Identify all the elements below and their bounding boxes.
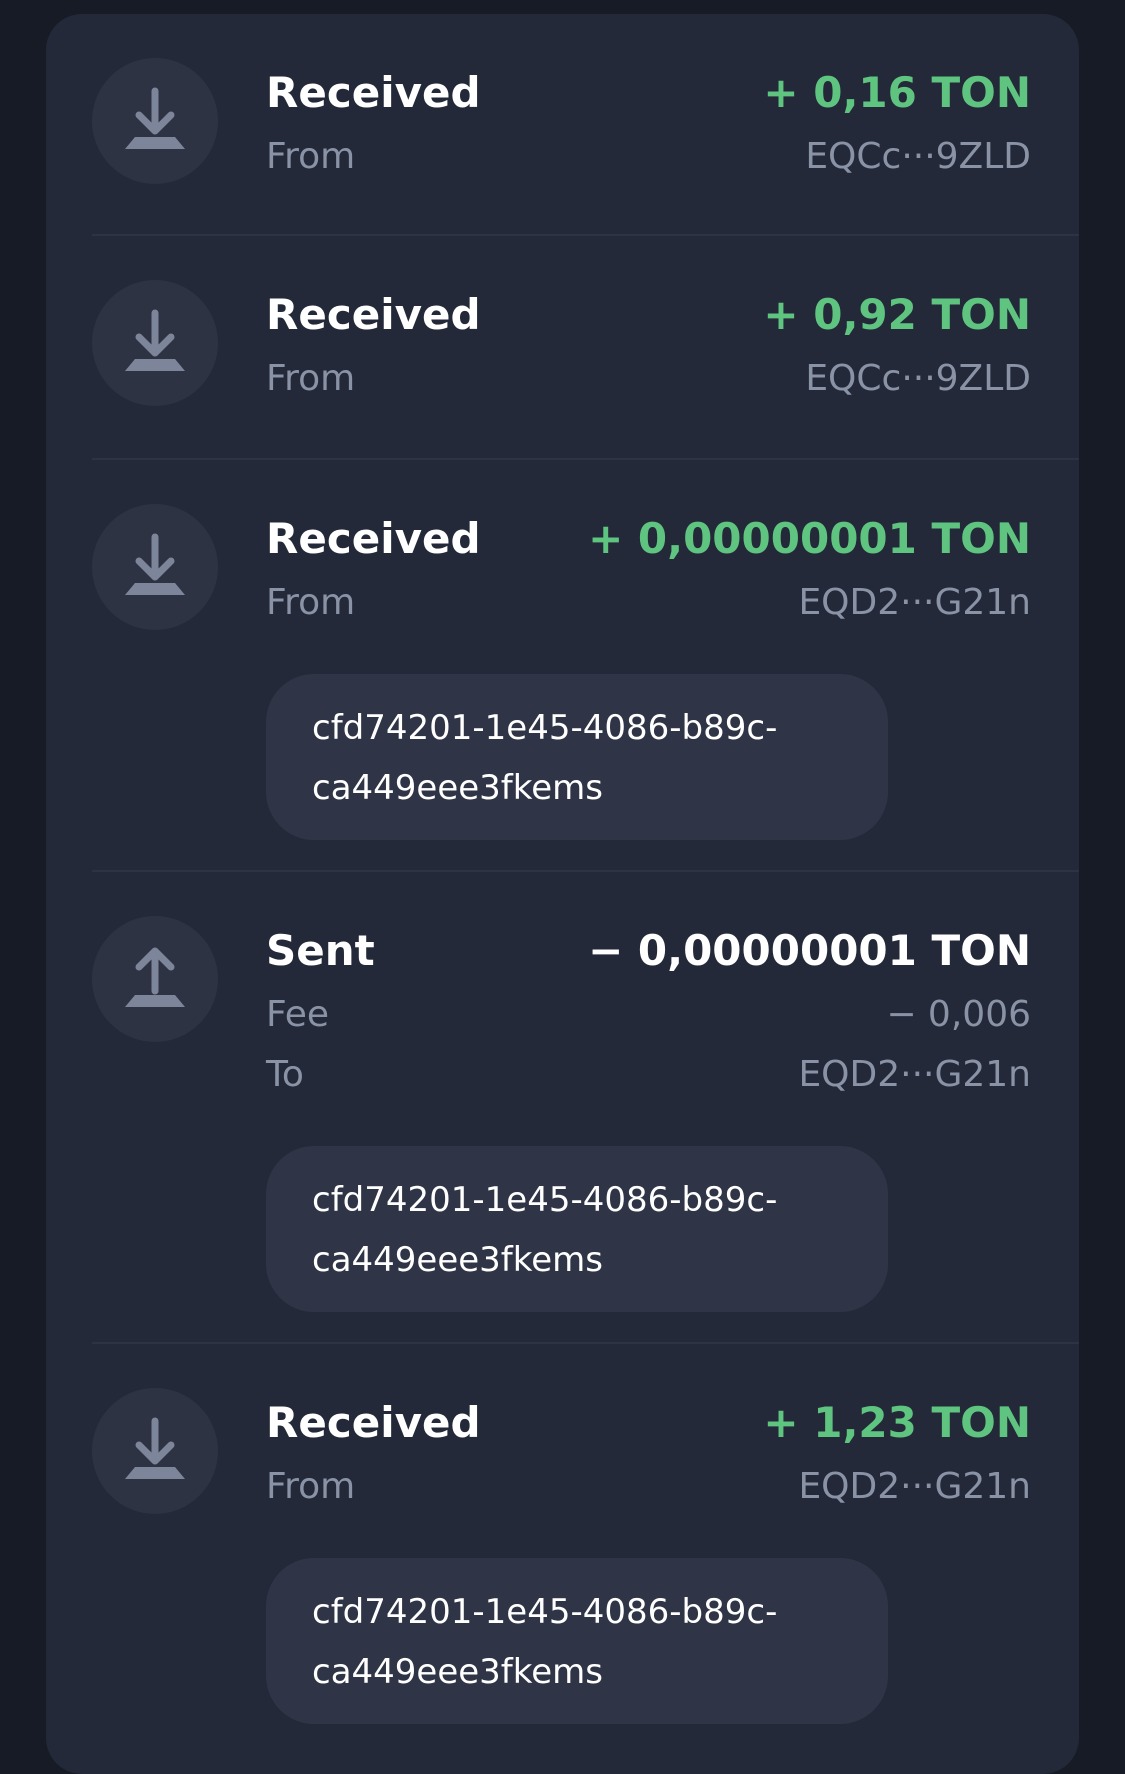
transaction-amount: − 0,00000001 TON [588, 926, 1031, 975]
transaction-title: Received [266, 514, 481, 563]
arrow-down-icon [92, 504, 218, 630]
transaction-item[interactable]: Received + 1,23 TON From EQD2···G21n cfd… [46, 1344, 1079, 1764]
address-label: From [266, 358, 356, 399]
address-value: EQD2···G21n [798, 1466, 1031, 1507]
transaction-amount: + 0,16 TON [763, 68, 1031, 117]
address-value: EQCc···9ZLD [805, 136, 1031, 177]
transaction-item[interactable]: Received + 0,00000001 TON From EQD2···G2… [46, 460, 1079, 870]
comment-bubble[interactable]: cfd74201-1e45-4086-b89c- ca449eee3fkems [266, 1558, 888, 1724]
comment-bubble[interactable]: cfd74201-1e45-4086-b89c- ca449eee3fkems [266, 1146, 888, 1312]
fee-value: − 0,006 [886, 994, 1031, 1035]
comment-text-line: ca449eee3fkems [312, 1240, 604, 1280]
address-label: To [266, 1054, 304, 1095]
transaction-list: Received + 0,16 TON From EQCc···9ZLD Rec… [46, 14, 1079, 1774]
transaction-amount: + 0,00000001 TON [588, 514, 1031, 563]
address-value: EQD2···G21n [798, 1054, 1031, 1095]
transaction-title: Received [266, 68, 481, 117]
address-value: EQD2···G21n [798, 582, 1031, 623]
transaction-title: Received [266, 290, 481, 339]
transaction-title: Received [266, 1398, 481, 1447]
transaction-amount: + 1,23 TON [763, 1398, 1031, 1447]
comment-text-line: cfd74201-1e45-4086-b89c- [312, 708, 778, 748]
arrow-up-icon [92, 916, 218, 1042]
fee-label: Fee [266, 994, 330, 1035]
arrow-down-icon [92, 1388, 218, 1514]
arrow-down-icon [92, 58, 218, 184]
address-value: EQCc···9ZLD [805, 358, 1031, 399]
transaction-item[interactable]: Sent − 0,00000001 TON Fee − 0,006 To EQD… [46, 872, 1079, 1342]
address-label: From [266, 1466, 356, 1507]
arrow-down-icon [92, 280, 218, 406]
address-label: From [266, 136, 356, 177]
transaction-amount: + 0,92 TON [763, 290, 1031, 339]
comment-bubble[interactable]: cfd74201-1e45-4086-b89c- ca449eee3fkems [266, 674, 888, 840]
comment-text-line: cfd74201-1e45-4086-b89c- [312, 1180, 778, 1220]
address-label: From [266, 582, 356, 623]
comment-text-line: ca449eee3fkems [312, 1652, 604, 1692]
comment-text-line: cfd74201-1e45-4086-b89c- [312, 1592, 778, 1632]
transaction-item[interactable]: Received + 0,16 TON From EQCc···9ZLD [46, 14, 1079, 236]
transaction-title: Sent [266, 926, 375, 975]
transaction-item[interactable]: Received + 0,92 TON From EQCc···9ZLD [46, 236, 1079, 458]
comment-text-line: ca449eee3fkems [312, 768, 604, 808]
